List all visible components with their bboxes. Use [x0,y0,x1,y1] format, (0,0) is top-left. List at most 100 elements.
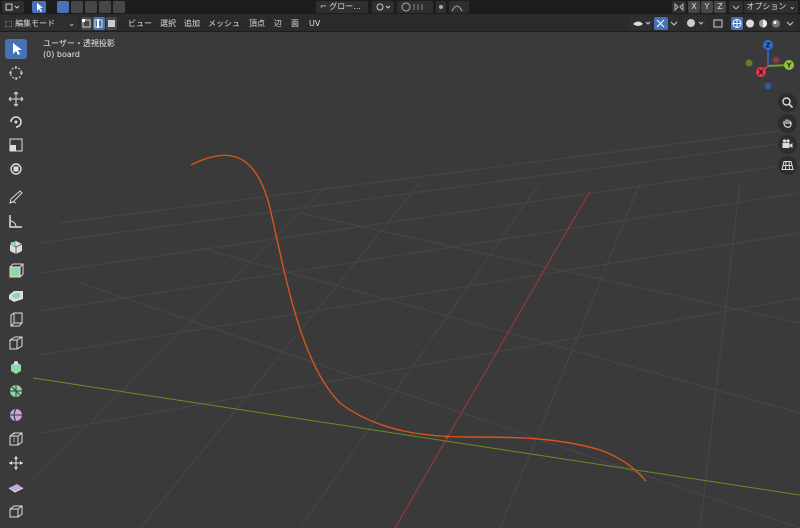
tool-loop-cut[interactable] [5,333,27,353]
shear-icon [8,484,24,493]
mode-label: 編集モード [15,19,56,28]
select-cursor-icon [13,43,22,55]
edit-mode-icon: ⬚ [5,19,13,28]
tool-inset[interactable] [5,285,27,305]
navigation-gizmo[interactable]: Z Y X [740,38,800,98]
menu-face[interactable]: 面 [291,18,299,29]
tool-settings-bar: ⌐ グロー... X Y Z オプション ⌄ [0,0,800,14]
tool-poly-build[interactable] [5,381,27,401]
scale-icon [9,138,23,152]
tool-measure[interactable] [5,211,27,231]
edge-curve[interactable] [190,154,647,482]
options-dropdown[interactable]: オプション ⌄ [744,1,798,13]
tool-extrude[interactable] [5,261,27,281]
select-mode-new-button[interactable] [57,1,69,13]
select-mode-intersect-button[interactable] [113,1,125,13]
svg-text:Z: Z [765,42,770,50]
tool-bevel[interactable] [5,309,27,329]
viewport-header: ⬚ 編集モード ⌄ ビュー 選択 追加 メッシュ 頂点 辺 面 UV [0,14,800,32]
extrude-icon [9,263,24,278]
tool-shrink-fatten[interactable] [5,453,27,473]
view-name-label: ユーザー・透視投影 [43,39,115,48]
hand-icon [783,119,792,128]
select-mode-extend-button[interactable] [71,1,83,13]
floor-grid [19,127,800,528]
tool-shear[interactable] [5,477,27,497]
tool-edge-slide[interactable] [5,429,27,449]
tool-annotate[interactable] [5,187,27,207]
rip-icon [9,505,23,518]
mesh-symmetry-dropdown[interactable] [729,1,743,13]
options-label: オプション [746,2,787,11]
gizmo-neg-y-axis[interactable] [745,59,753,67]
tool-rotate[interactable] [5,112,27,132]
transform-orientation-dropdown[interactable]: ⌐ グロー... [316,1,368,13]
mirror-z-toggle[interactable]: Z [714,1,726,13]
tool-cursor[interactable] [5,63,27,83]
ruler-icon [9,215,22,228]
grid-icon [781,161,794,170]
menu-add[interactable]: 追加 [184,18,200,29]
camera-view-button[interactable] [778,135,797,154]
bevel-icon [10,312,23,327]
menu-select[interactable]: 選択 [160,18,176,29]
face-select-mode-button[interactable] [106,17,117,30]
proportional-falloff-dropdown[interactable] [449,1,469,13]
proportional-edit-toggle[interactable] [436,1,446,13]
vertex-select-mode-button[interactable] [81,17,92,30]
mirror-y-toggle[interactable]: Y [701,1,713,13]
gizmo-dropdown[interactable] [669,17,679,30]
shading-rendered-button[interactable] [770,17,782,30]
edge-select-mode-button[interactable] [93,17,105,30]
tool-select-box[interactable] [5,39,27,59]
menu-uv[interactable]: UV [309,18,320,29]
viewport-scene [19,127,800,528]
move-arrows-icon [8,91,24,107]
gizmo-neg-z-axis[interactable] [764,82,772,90]
menu-view[interactable]: ビュー [128,18,152,29]
smooth-sphere-icon [10,408,22,422]
menu-edge[interactable]: 辺 [274,18,282,29]
gizmo-neg-x-axis[interactable] [772,56,780,64]
overlays-dropdown[interactable] [684,17,706,30]
edge-slide-icon [9,432,23,446]
tool-transform[interactable] [5,159,27,179]
tool-rip[interactable] [5,501,27,521]
select-tool-mini-button[interactable] [32,1,46,13]
pivot-point-dropdown[interactable] [372,1,394,13]
3d-viewport[interactable]: ユーザー・透視投影 (0) board Z Y X [0,33,800,528]
select-mode-subtract-button[interactable] [85,1,97,13]
svg-text:X: X [758,69,764,77]
menu-vertex[interactable]: 頂点 [249,18,265,29]
tool-add-cube[interactable] [5,237,27,257]
perspective-toggle-button[interactable] [778,156,797,175]
mirror-x-toggle[interactable]: X [688,1,700,13]
menu-mesh[interactable]: メッシュ [208,18,240,29]
editor-type-button[interactable] [2,1,24,13]
select-mode-invert-button[interactable] [99,1,111,13]
zoom-icon [782,97,794,109]
xray-toggle[interactable] [712,17,724,30]
shading-wireframe-button[interactable] [731,17,743,30]
spin-icon [10,385,22,397]
tool-smooth[interactable] [5,405,27,425]
shading-solid-button[interactable] [744,17,756,30]
tool-move[interactable] [5,89,27,109]
snapping-dropdown[interactable] [397,1,433,13]
gizmo-toggle[interactable] [654,17,668,30]
mirror-icon [672,1,686,13]
object-visibility-dropdown[interactable] [630,17,652,30]
orientation-icon: ⌐ [320,2,327,11]
shading-dropdown[interactable] [784,17,796,30]
add-cube-icon [9,241,23,254]
tool-knife[interactable] [5,357,27,377]
shading-material-button[interactable] [757,17,769,30]
3d-cursor-icon [9,66,23,80]
transform-icon [10,163,22,175]
mode-dropdown[interactable]: ⬚ 編集モード ⌄ [2,17,78,30]
pan-button[interactable] [778,114,797,133]
orientation-label: グロー... [329,2,361,11]
zoom-button[interactable] [778,93,797,112]
tool-scale[interactable] [5,135,27,155]
camera-icon [782,139,793,148]
